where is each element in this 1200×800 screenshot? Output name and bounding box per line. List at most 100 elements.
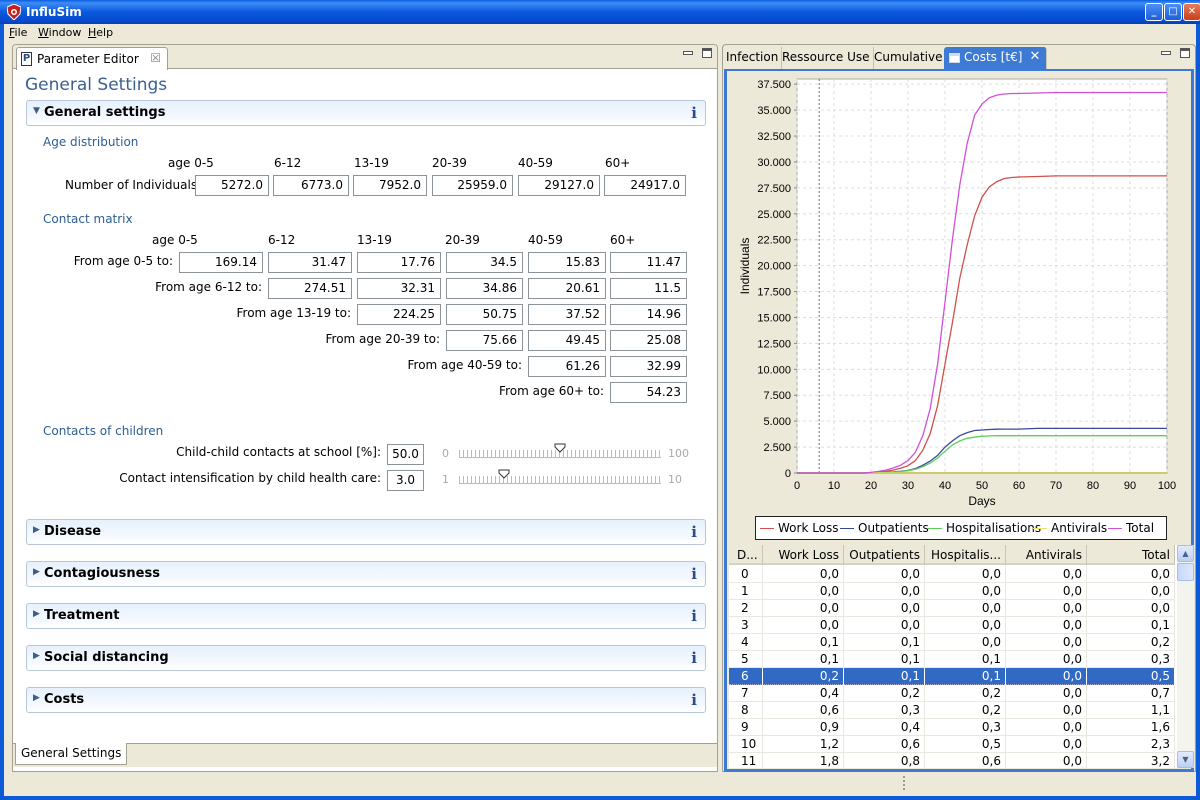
contact-matrix-cell-input[interactable]: 17.76 bbox=[357, 252, 441, 273]
scroll-up-button[interactable]: ▲ bbox=[1177, 545, 1194, 562]
contact-matrix-cell-input[interactable]: 25.08 bbox=[610, 330, 687, 351]
info-icon[interactable]: i bbox=[691, 523, 697, 541]
column-header[interactable]: Total bbox=[1087, 545, 1175, 565]
contact-matrix-cell-input[interactable]: 61.26 bbox=[528, 356, 606, 377]
info-icon[interactable]: i bbox=[691, 649, 697, 667]
tab-cumulative[interactable]: Cumulative bbox=[871, 47, 947, 69]
contact-matrix-cell-input[interactable]: 54.23 bbox=[610, 382, 687, 403]
column-header[interactable]: D... bbox=[729, 545, 763, 565]
health-care-slider[interactable] bbox=[459, 476, 661, 484]
table-row[interactable]: 0 0,0 0,0 0,0 0,0 0,0 bbox=[729, 566, 1175, 583]
tab-ressource-use[interactable]: Ressource Use bbox=[779, 47, 874, 69]
table-row[interactable]: 8 0,6 0,3 0,2 0,0 1,1 bbox=[729, 702, 1175, 719]
section-costs[interactable]: ▶ Costs i bbox=[26, 687, 706, 713]
individuals-age-13-19-input[interactable]: 7952.0 bbox=[353, 175, 427, 196]
column-header[interactable]: Hospitalis... bbox=[925, 545, 1006, 565]
individuals-age-60plus-input[interactable]: 24917.0 bbox=[604, 175, 686, 196]
table-row[interactable]: 7 0,4 0,2 0,2 0,0 0,7 bbox=[729, 685, 1175, 702]
table-row[interactable]: 4 0,1 0,1 0,0 0,0 0,2 bbox=[729, 634, 1175, 651]
contact-matrix-cell-input[interactable]: 37.52 bbox=[528, 304, 606, 325]
table-cell: 0,7 bbox=[1087, 685, 1175, 702]
individuals-age-20-39-input[interactable]: 25959.0 bbox=[432, 175, 513, 196]
health-care-input[interactable]: 3.0 bbox=[387, 470, 424, 491]
contact-matrix-cell-input[interactable]: 14.96 bbox=[610, 304, 687, 325]
menu-help[interactable]: Help bbox=[88, 26, 113, 39]
tab-general-settings[interactable]: General Settings bbox=[15, 743, 128, 765]
close-tab-icon[interactable]: ✕ bbox=[1030, 49, 1041, 64]
table-row[interactable]: 9 0,9 0,4 0,3 0,0 1,6 bbox=[729, 719, 1175, 736]
tab-parameter-editor[interactable]: P Parameter Editor ☒ bbox=[16, 47, 168, 70]
section-social-distancing[interactable]: ▶ Social distancing i bbox=[26, 645, 706, 671]
info-icon[interactable]: i bbox=[691, 104, 697, 122]
contact-matrix-cell-input[interactable]: 34.86 bbox=[446, 278, 523, 299]
section-general-settings[interactable]: ▼ General settings i bbox=[26, 100, 706, 126]
section-treatment[interactable]: ▶ Treatment i bbox=[26, 603, 706, 629]
minimize-view-icon[interactable] bbox=[1161, 51, 1171, 55]
school-contacts-input[interactable]: 50.0 bbox=[387, 444, 424, 465]
contact-matrix-cell-input[interactable]: 49.45 bbox=[528, 330, 606, 351]
info-icon[interactable]: i bbox=[691, 607, 697, 625]
contact-matrix-cell-input[interactable]: 32.31 bbox=[357, 278, 441, 299]
close-tab-icon[interactable]: ☒ bbox=[150, 51, 161, 65]
table-cell: 0,0 bbox=[1006, 634, 1087, 651]
minimize-button[interactable]: _ bbox=[1145, 3, 1163, 21]
legend-label: Outpatients bbox=[858, 521, 929, 535]
age-header-0: age 0-5 bbox=[168, 156, 214, 170]
scroll-thumb[interactable] bbox=[1177, 563, 1194, 581]
table-cell: 1 bbox=[729, 583, 763, 600]
table-row[interactable]: 10 1,2 0,6 0,5 0,0 2,3 bbox=[729, 736, 1175, 753]
y-tick-label: 30.000 bbox=[757, 157, 791, 169]
section-contagiousness[interactable]: ▶ Contagiousness i bbox=[26, 561, 706, 587]
info-icon[interactable]: i bbox=[691, 565, 697, 583]
column-header[interactable]: Work Loss bbox=[763, 545, 844, 565]
table-row[interactable]: 3 0,0 0,0 0,0 0,0 0,1 bbox=[729, 617, 1175, 634]
health-slider-min: 1 bbox=[442, 473, 449, 486]
costs-table: D... Work Loss Outpatients Hospitalis... Ant… bbox=[729, 545, 1177, 768]
school-slider-thumb[interactable] bbox=[554, 443, 566, 453]
table-row[interactable]: 11 1,8 0,8 0,6 0,0 3,2 bbox=[729, 753, 1175, 768]
table-row[interactable]: 1 0,0 0,0 0,0 0,0 0,0 bbox=[729, 583, 1175, 600]
table-scrollbar[interactable]: ▲ ▼ bbox=[1177, 545, 1194, 768]
column-header[interactable]: Antivirals bbox=[1006, 545, 1087, 565]
contact-matrix-cell-input[interactable]: 11.5 bbox=[610, 278, 687, 299]
contact-matrix-cell-input[interactable]: 20.61 bbox=[528, 278, 606, 299]
tab-infection[interactable]: Infection bbox=[723, 47, 783, 69]
maximize-view-icon[interactable] bbox=[1180, 48, 1190, 58]
health-slider-thumb[interactable] bbox=[498, 469, 510, 479]
contact-matrix-cell-input[interactable]: 169.14 bbox=[179, 252, 263, 273]
section-disease[interactable]: ▶ Disease i bbox=[26, 519, 706, 545]
contact-matrix-cell-input[interactable]: 75.66 bbox=[446, 330, 523, 351]
title-bar[interactable]: InfluSim _ □ ✕ bbox=[0, 0, 1200, 24]
contact-matrix-cell-input[interactable]: 11.47 bbox=[610, 252, 687, 273]
info-icon[interactable]: i bbox=[691, 691, 697, 709]
scroll-down-button[interactable]: ▼ bbox=[1177, 751, 1194, 768]
contact-matrix-cell-input[interactable]: 32.99 bbox=[610, 356, 687, 377]
contact-matrix-cell-input[interactable]: 34.5 bbox=[446, 252, 523, 273]
minimize-view-icon[interactable] bbox=[683, 51, 693, 55]
contact-matrix-cell-input[interactable]: 31.47 bbox=[268, 252, 352, 273]
maximize-view-icon[interactable] bbox=[702, 48, 712, 58]
contact-matrix-cell-input[interactable]: 224.25 bbox=[357, 304, 441, 325]
close-window-button[interactable]: ✕ bbox=[1183, 3, 1200, 21]
contact-matrix-cell-input[interactable]: 15.83 bbox=[528, 252, 606, 273]
contact-matrix-cell-input[interactable]: 50.75 bbox=[446, 304, 523, 325]
table-cell: 0,0 bbox=[844, 583, 925, 600]
individuals-age-0-5-input[interactable]: 5272.0 bbox=[195, 175, 269, 196]
individuals-age-6-12-input[interactable]: 6773.0 bbox=[273, 175, 349, 196]
results-panel: Infection Ressource Use Cumulative Costs… bbox=[722, 44, 1196, 772]
contact-matrix-cell-input[interactable]: 274.51 bbox=[268, 278, 352, 299]
table-row[interactable]: 2 0,0 0,0 0,0 0,0 0,0 bbox=[729, 600, 1175, 617]
legend-swatch bbox=[1108, 528, 1122, 529]
table-row[interactable]: 6 0,2 0,1 0,1 0,0 0,5 bbox=[729, 668, 1175, 685]
menu-window[interactable]: Window bbox=[38, 26, 81, 39]
maximize-button[interactable]: □ bbox=[1164, 3, 1182, 21]
table-row[interactable]: 5 0,1 0,1 0,1 0,0 0,3 bbox=[729, 651, 1175, 668]
status-splitter-grip[interactable] bbox=[903, 776, 905, 792]
tab-costs[interactable]: Costs [t€] ✕ bbox=[944, 47, 1048, 69]
menu-file[interactable]: File bbox=[9, 26, 27, 39]
table-cell: 0,0 bbox=[1006, 719, 1087, 736]
column-header[interactable]: Outpatients bbox=[844, 545, 925, 565]
contacts-of-children-heading: Contacts of children bbox=[43, 424, 164, 438]
editor-page-tabs: General Settings bbox=[13, 743, 717, 767]
individuals-age-40-59-input[interactable]: 29127.0 bbox=[518, 175, 600, 196]
